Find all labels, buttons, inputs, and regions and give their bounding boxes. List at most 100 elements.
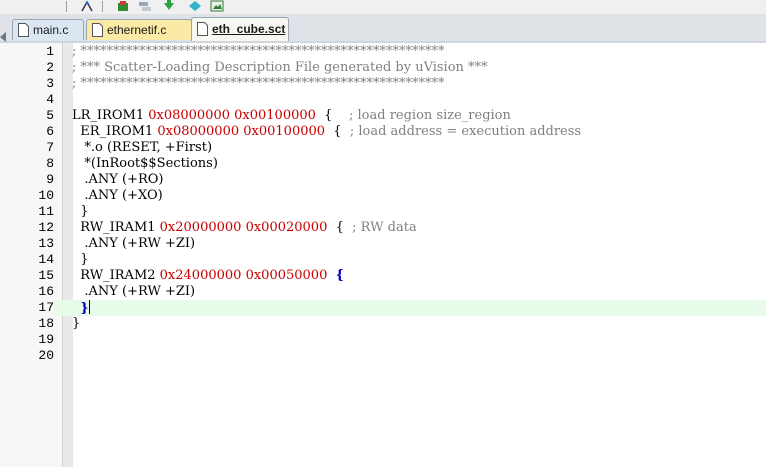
code-text: ER_IROM1 0x08000000 0x00100000 { ; load … — [72, 124, 581, 140]
download-icon[interactable] — [162, 0, 176, 12]
line-number: 15 — [38, 268, 54, 283]
hex-literal: 0x20000000 — [159, 220, 242, 235]
code-editor[interactable]: 1 ; *************************************… — [0, 44, 766, 364]
line-number: 5 — [46, 108, 54, 123]
comment-text: ; RW data — [352, 220, 417, 235]
comment-text: ; **************************************… — [72, 44, 445, 59]
line-number: 4 — [46, 92, 54, 107]
code-token: { — [315, 108, 349, 123]
debug-tool-icon[interactable] — [80, 0, 94, 12]
line-number: 2 — [46, 60, 54, 75]
line-number: 18 — [38, 316, 54, 331]
image-icon[interactable] — [210, 0, 224, 12]
code-text: *(InRoot$$Sections) — [72, 156, 218, 172]
code-text: ; **************************************… — [72, 44, 445, 60]
hex-literal: 0x00100000 — [234, 108, 316, 123]
code-text: ; **************************************… — [72, 76, 445, 92]
line-number: 13 — [38, 236, 54, 251]
code-token: } — [72, 252, 89, 267]
code-token: .ANY (+RW +ZI) — [72, 284, 196, 299]
line-number: 16 — [38, 284, 54, 299]
code-line[interactable]: 12 RW_IRAM1 0x20000000 0x00020000 { ; RW… — [0, 220, 766, 236]
code-text: .ANY (+RO) — [72, 172, 164, 188]
code-line[interactable]: 19 — [0, 332, 766, 348]
code-line[interactable]: 1 ; *************************************… — [0, 44, 766, 60]
code-line[interactable]: 14 } — [0, 252, 766, 268]
c-file-icon — [92, 23, 103, 37]
code-line[interactable]: 13 .ANY (+RW +ZI) — [0, 236, 766, 252]
code-token: { — [327, 220, 353, 235]
code-line[interactable]: 20 — [0, 348, 766, 364]
tab-eth-cube-sct[interactable]: eth_cube.sct — [191, 17, 289, 41]
line-number: 14 — [38, 252, 54, 267]
code-text: } — [72, 252, 89, 268]
comment-text: ; **************************************… — [72, 76, 445, 91]
code-line[interactable]: 11 } — [0, 204, 766, 220]
tab-scroll-left-icon[interactable] — [0, 32, 6, 42]
line-number: 9 — [46, 172, 54, 187]
hex-literal: 0x24000000 — [159, 268, 242, 283]
code-token: RW_IRAM2 — [72, 268, 160, 283]
code-token: { — [335, 268, 344, 283]
tab-label: eth_cube.sct — [212, 22, 286, 36]
code-line[interactable]: 18} — [0, 316, 766, 332]
line-number: 1 — [46, 44, 54, 59]
code-line[interactable]: 10 .ANY (+XO) — [0, 188, 766, 204]
code-line[interactable]: 6 ER_IROM1 0x08000000 0x00100000 { ; loa… — [0, 124, 766, 140]
code-text: .ANY (+RW +ZI) — [72, 284, 195, 300]
comment-text: ; load address = execution address — [349, 124, 582, 139]
code-text: } — [72, 300, 90, 317]
code-token: ER_IROM1 — [72, 124, 158, 139]
line-number: 20 — [38, 348, 54, 363]
code-line[interactable]: 3 ; *************************************… — [0, 76, 766, 92]
line-number: 11 — [38, 204, 54, 219]
code-token: *(InRoot$$Sections) — [72, 156, 218, 171]
component-icon[interactable] — [116, 0, 130, 12]
editor-tab-bar: main.c ethernetif.c eth_cube.sct — [0, 14, 766, 43]
code-line[interactable]: 5 LR_IROM1 0x08000000 0x00100000 { ; load… — [0, 108, 766, 124]
code-line[interactable]: 15 RW_IRAM2 0x24000000 0x00050000 { — [0, 268, 766, 284]
code-line[interactable]: 16 .ANY (+RW +ZI) — [0, 284, 766, 300]
line-number: 3 — [46, 76, 54, 91]
code-line[interactable]: 4 — [0, 92, 766, 108]
code-token: *.o (RESET, +First) — [72, 140, 213, 155]
tab-ethernetif-c[interactable]: ethernetif.c — [86, 19, 192, 40]
hex-literal: 0x00050000 — [245, 268, 328, 283]
code-token: RW_IRAM1 — [72, 220, 160, 235]
diamond-icon[interactable] — [188, 0, 202, 12]
line-number: 6 — [46, 124, 54, 139]
hex-literal: 0x08000000 — [157, 124, 240, 139]
tab-main-c[interactable]: main.c — [12, 19, 84, 40]
c-file-icon — [18, 23, 29, 37]
code-line[interactable]: 9 .ANY (+RO) — [0, 172, 766, 188]
code-text: LR_IROM1 0x08000000 0x00100000 { ; load … — [72, 108, 511, 124]
code-text: .ANY (+XO) — [72, 188, 163, 204]
code-token: LR_IROM1 — [72, 108, 149, 123]
code-token: .ANY (+XO) — [72, 188, 163, 203]
comment-text: ; *** Scatter-Loading Description File g… — [72, 60, 488, 75]
code-line[interactable]: 17 } — [0, 300, 766, 316]
code-token: { — [325, 124, 350, 139]
text-caret — [88, 300, 90, 314]
hex-literal: 0x00020000 — [245, 220, 328, 235]
file-icon — [197, 21, 208, 36]
line-number: 12 — [38, 220, 54, 235]
toolbar-separator — [66, 1, 67, 12]
layers-icon[interactable] — [138, 0, 152, 12]
code-line[interactable]: 8 *(InRoot$$Sections) — [0, 156, 766, 172]
code-text: RW_IRAM1 0x20000000 0x00020000 { ; RW da… — [72, 220, 417, 236]
code-text: .ANY (+RW +ZI) — [72, 236, 195, 252]
code-token: } — [80, 301, 89, 316]
line-number: 10 — [38, 188, 54, 203]
tab-label: main.c — [33, 23, 69, 37]
code-line[interactable]: 7 *.o (RESET, +First) — [0, 140, 766, 156]
hex-literal: 0x08000000 — [148, 108, 230, 123]
line-number: 7 — [46, 140, 54, 155]
line-number: 19 — [38, 332, 54, 347]
code-token: .ANY (+RO) — [72, 172, 164, 187]
line-number: 17 — [0, 300, 54, 316]
code-line[interactable]: 2 ; *** Scatter-Loading Description File … — [0, 60, 766, 76]
code-text: RW_IRAM2 0x24000000 0x00050000 { — [72, 268, 344, 284]
code-text: } — [72, 316, 80, 332]
